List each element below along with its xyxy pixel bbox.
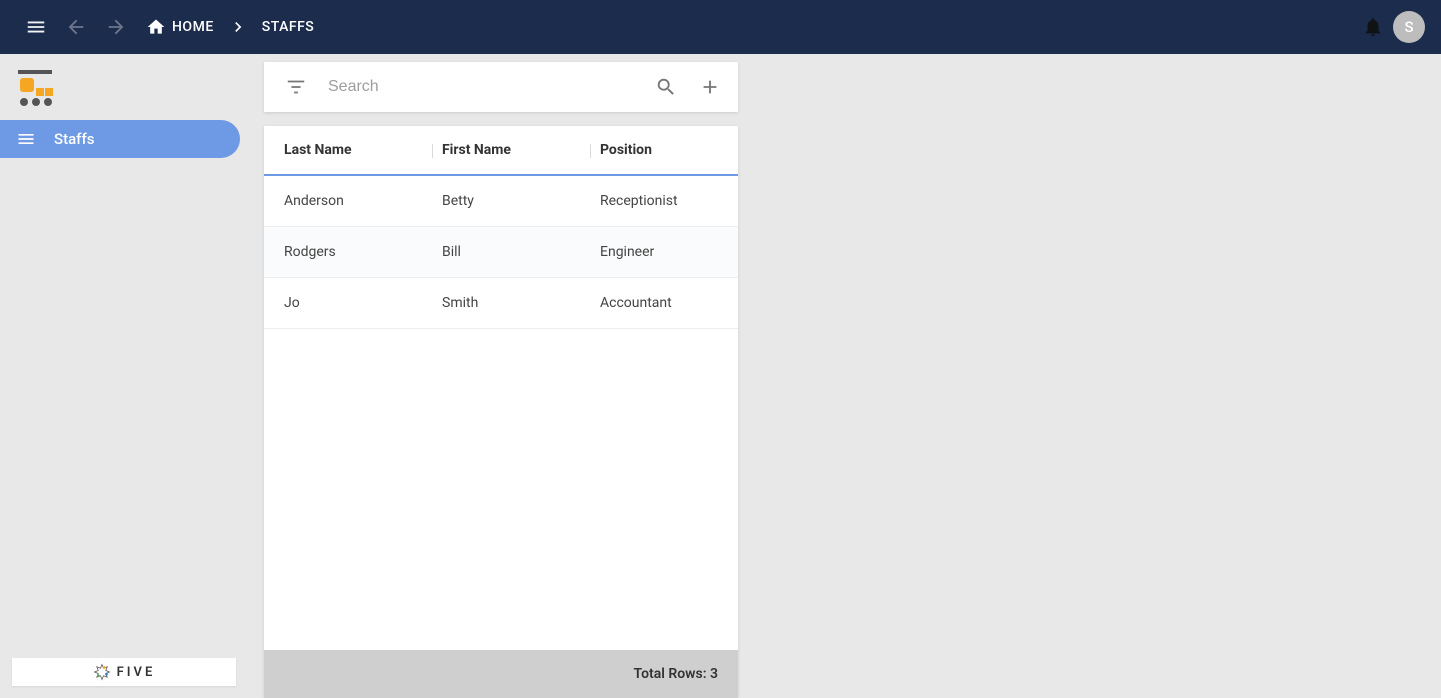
cell-position: Accountant (600, 295, 718, 311)
brand-name: FIVE (117, 665, 156, 680)
cell-first-name: Betty (442, 193, 600, 209)
chevron-right-icon (228, 17, 248, 37)
app-logo (0, 60, 244, 116)
cell-position: Receptionist (600, 193, 718, 209)
top-bar: HOME STAFFS S (0, 0, 1441, 54)
breadcrumb-staffs[interactable]: STAFFS (252, 19, 325, 35)
cell-last-name: Anderson (284, 193, 442, 209)
content-area: Staffs FIVE (0, 54, 1441, 698)
column-header-last-name[interactable]: Last Name (284, 142, 442, 158)
sidebar: Staffs FIVE (0, 54, 244, 698)
breadcrumb: HOME STAFFS (136, 17, 324, 37)
breadcrumb-home[interactable]: HOME (136, 17, 224, 37)
menu-lines-icon (16, 129, 36, 149)
add-icon[interactable] (690, 67, 730, 107)
main-panel: Last Name First Name Position Anderson B… (244, 54, 1441, 698)
breadcrumb-staffs-label: STAFFS (262, 19, 315, 35)
table-row[interactable]: Rodgers Bill Engineer (264, 227, 738, 278)
brand-badge: FIVE (12, 658, 236, 686)
cell-first-name: Smith (442, 295, 600, 311)
table-row[interactable]: Jo Smith Accountant (264, 278, 738, 329)
table-header: Last Name First Name Position (264, 126, 738, 176)
sidebar-item-label: Staffs (54, 130, 94, 148)
table-footer: Total Rows: 3 (264, 650, 738, 698)
avatar-initial: S (1404, 18, 1413, 36)
search-bar (264, 62, 738, 112)
cell-last-name: Rodgers (284, 244, 442, 260)
column-header-position[interactable]: Position (600, 142, 718, 158)
cell-position: Engineer (600, 244, 718, 260)
back-icon[interactable] (56, 7, 96, 47)
breadcrumb-home-label: HOME (172, 19, 214, 35)
search-input[interactable] (320, 78, 642, 96)
bell-icon[interactable] (1353, 7, 1393, 47)
forward-icon[interactable] (96, 7, 136, 47)
search-icon[interactable] (646, 67, 686, 107)
cell-last-name: Jo (284, 295, 442, 311)
column-header-first-name[interactable]: First Name (442, 142, 600, 158)
table-body: Anderson Betty Receptionist Rodgers Bill… (264, 176, 738, 650)
sidebar-item-staffs[interactable]: Staffs (0, 120, 240, 158)
home-icon (146, 17, 166, 37)
avatar[interactable]: S (1393, 11, 1425, 43)
menu-icon[interactable] (16, 7, 56, 47)
cell-first-name: Bill (442, 244, 600, 260)
table-row[interactable]: Anderson Betty Receptionist (264, 176, 738, 227)
total-rows-label: Total Rows: 3 (634, 666, 718, 682)
filter-icon[interactable] (276, 67, 316, 107)
data-table: Last Name First Name Position Anderson B… (264, 126, 738, 698)
